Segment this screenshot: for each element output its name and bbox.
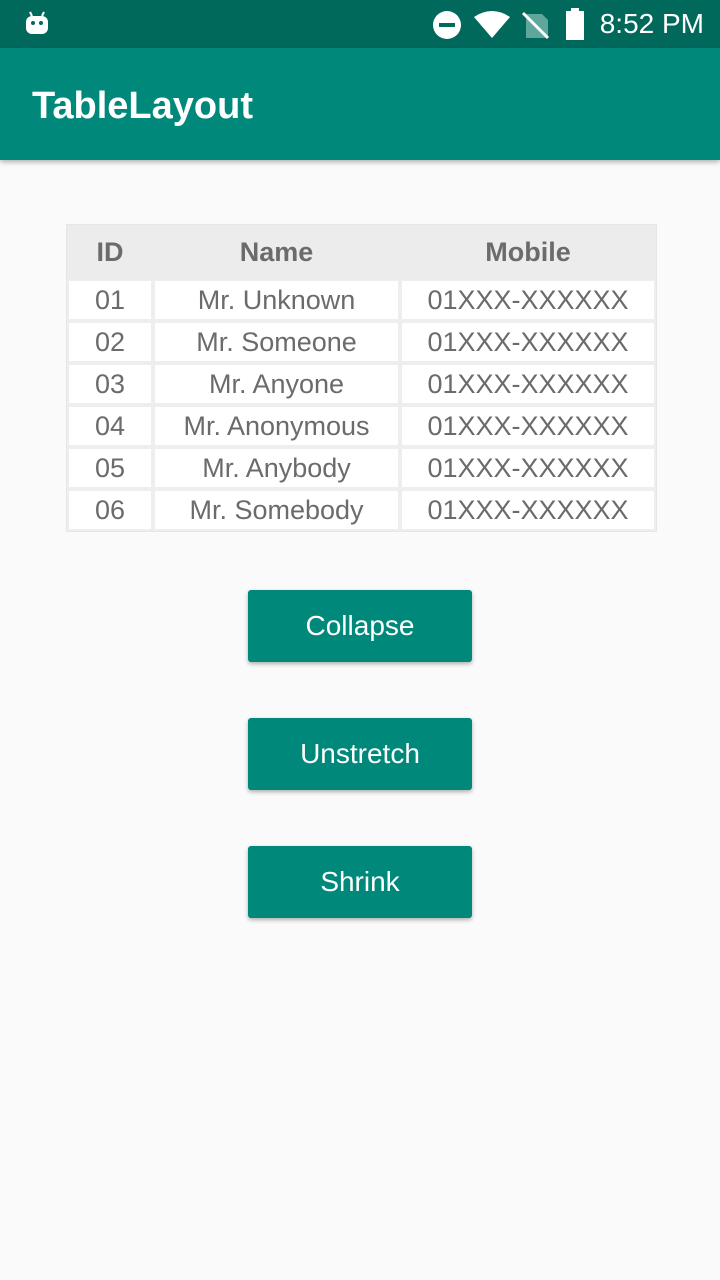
cell-id: 06 [67,489,153,531]
cell-name: Mr. Anonymous [153,405,400,447]
cell-name: Mr. Anybody [153,447,400,489]
cell-id: 01 [67,279,153,321]
cell-name: Mr. Unknown [153,279,400,321]
cell-id: 04 [67,405,153,447]
status-bar: 8:52 PM [0,0,720,48]
cell-id: 02 [67,321,153,363]
wifi-icon [474,11,510,38]
unstretch-button[interactable]: Unstretch [248,718,472,790]
header-mobile: Mobile [485,236,571,267]
collapse-button[interactable]: Collapse [248,590,472,662]
cell-name: Mr. Anyone [153,363,400,405]
shrink-button[interactable]: Shrink [248,846,472,918]
app-bar: TableLayout [0,48,720,160]
contacts-table: ID Name Mobile 01 Mr. Unknown 01XXX-XXXX… [66,224,657,532]
table-row: 05 Mr. Anybody 01XXX-XXXXXX [67,447,656,489]
table-row: 06 Mr. Somebody 01XXX-XXXXXX [67,489,656,531]
do-not-disturb-icon [433,11,461,39]
cell-mobile: 01XXX-XXXXXX [400,405,656,447]
table-row: 01 Mr. Unknown 01XXX-XXXXXX [67,279,656,321]
table-row: 03 Mr. Anyone 01XXX-XXXXXX [67,363,656,405]
cell-mobile: 01XXX-XXXXXX [400,321,656,363]
cell-id: 03 [67,363,153,405]
cell-mobile: 01XXX-XXXXXX [400,447,656,489]
battery-icon [566,8,584,40]
app-title: TableLayout [32,85,253,127]
cell-name: Mr. Someone [153,321,400,363]
cell-mobile: 01XXX-XXXXXX [400,489,656,531]
header-id: ID [96,236,124,267]
cell-mobile: 01XXX-XXXXXX [400,279,656,321]
status-clock: 8:52 PM [599,8,704,39]
table-row: 02 Mr. Someone 01XXX-XXXXXX [67,321,656,363]
table-header-row: ID Name Mobile [67,225,656,279]
header-name: Name [239,236,314,267]
table-row: 04 Mr. Anonymous 01XXX-XXXXXX [67,405,656,447]
cell-id: 05 [67,447,153,489]
android-icon [26,11,48,34]
cell-mobile: 01XXX-XXXXXX [400,363,656,405]
cell-name: Mr. Somebody [153,489,400,531]
no-signal-icon [521,11,550,40]
